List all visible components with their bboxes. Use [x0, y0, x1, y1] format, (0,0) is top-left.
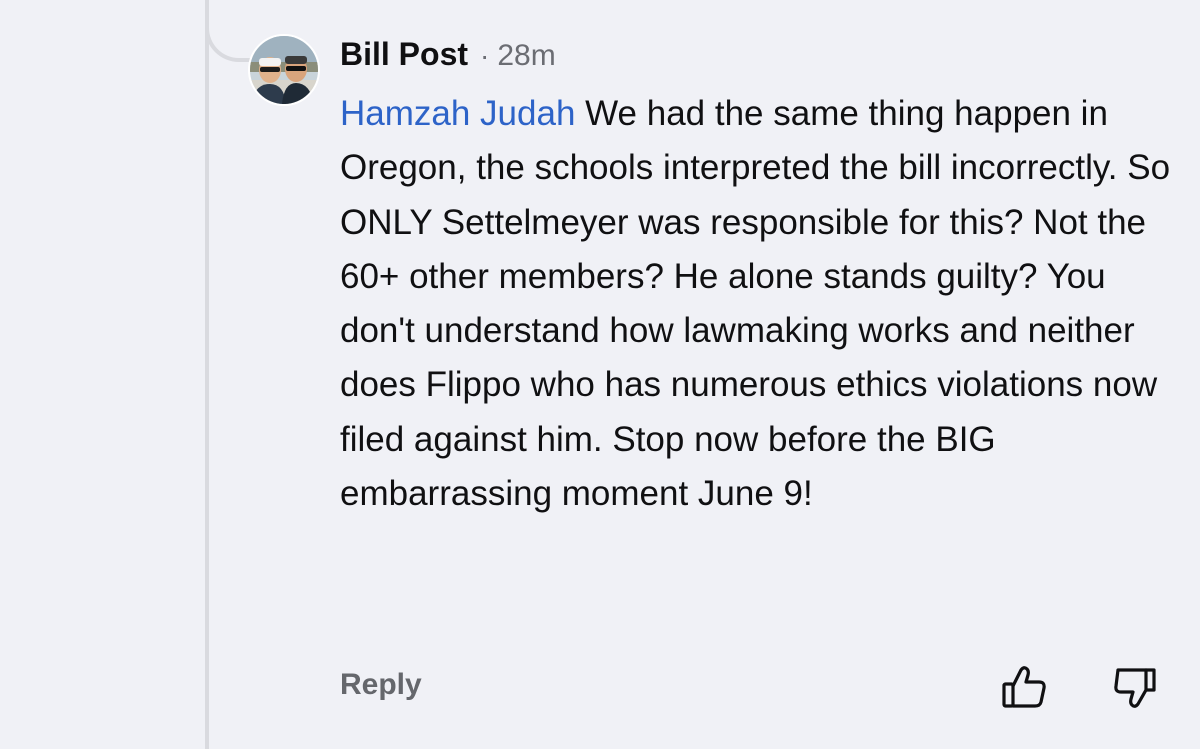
header-separator: ·: [480, 40, 490, 71]
author-name[interactable]: Bill Post: [340, 36, 468, 73]
thread-connector: [205, 0, 251, 62]
mention-link[interactable]: Hamzah Judah: [340, 94, 575, 133]
comment-body: Hamzah Judah We had the same thing happe…: [340, 87, 1185, 521]
thumbs-up-icon[interactable]: [999, 662, 1049, 712]
thumbs-down-icon[interactable]: [1110, 662, 1160, 712]
timestamp[interactable]: 28m: [497, 39, 555, 73]
reply-button[interactable]: Reply: [340, 668, 422, 702]
comment-text: We had the same thing happen in Oregon, …: [340, 94, 1171, 514]
avatar-photo: [250, 36, 318, 104]
avatar[interactable]: [248, 34, 320, 106]
comment-header: Bill Post · 28m: [340, 36, 556, 80]
thread-line: [205, 0, 209, 749]
comment-screen: Bill Post · 28m Hamzah Judah We had the …: [0, 0, 1200, 749]
